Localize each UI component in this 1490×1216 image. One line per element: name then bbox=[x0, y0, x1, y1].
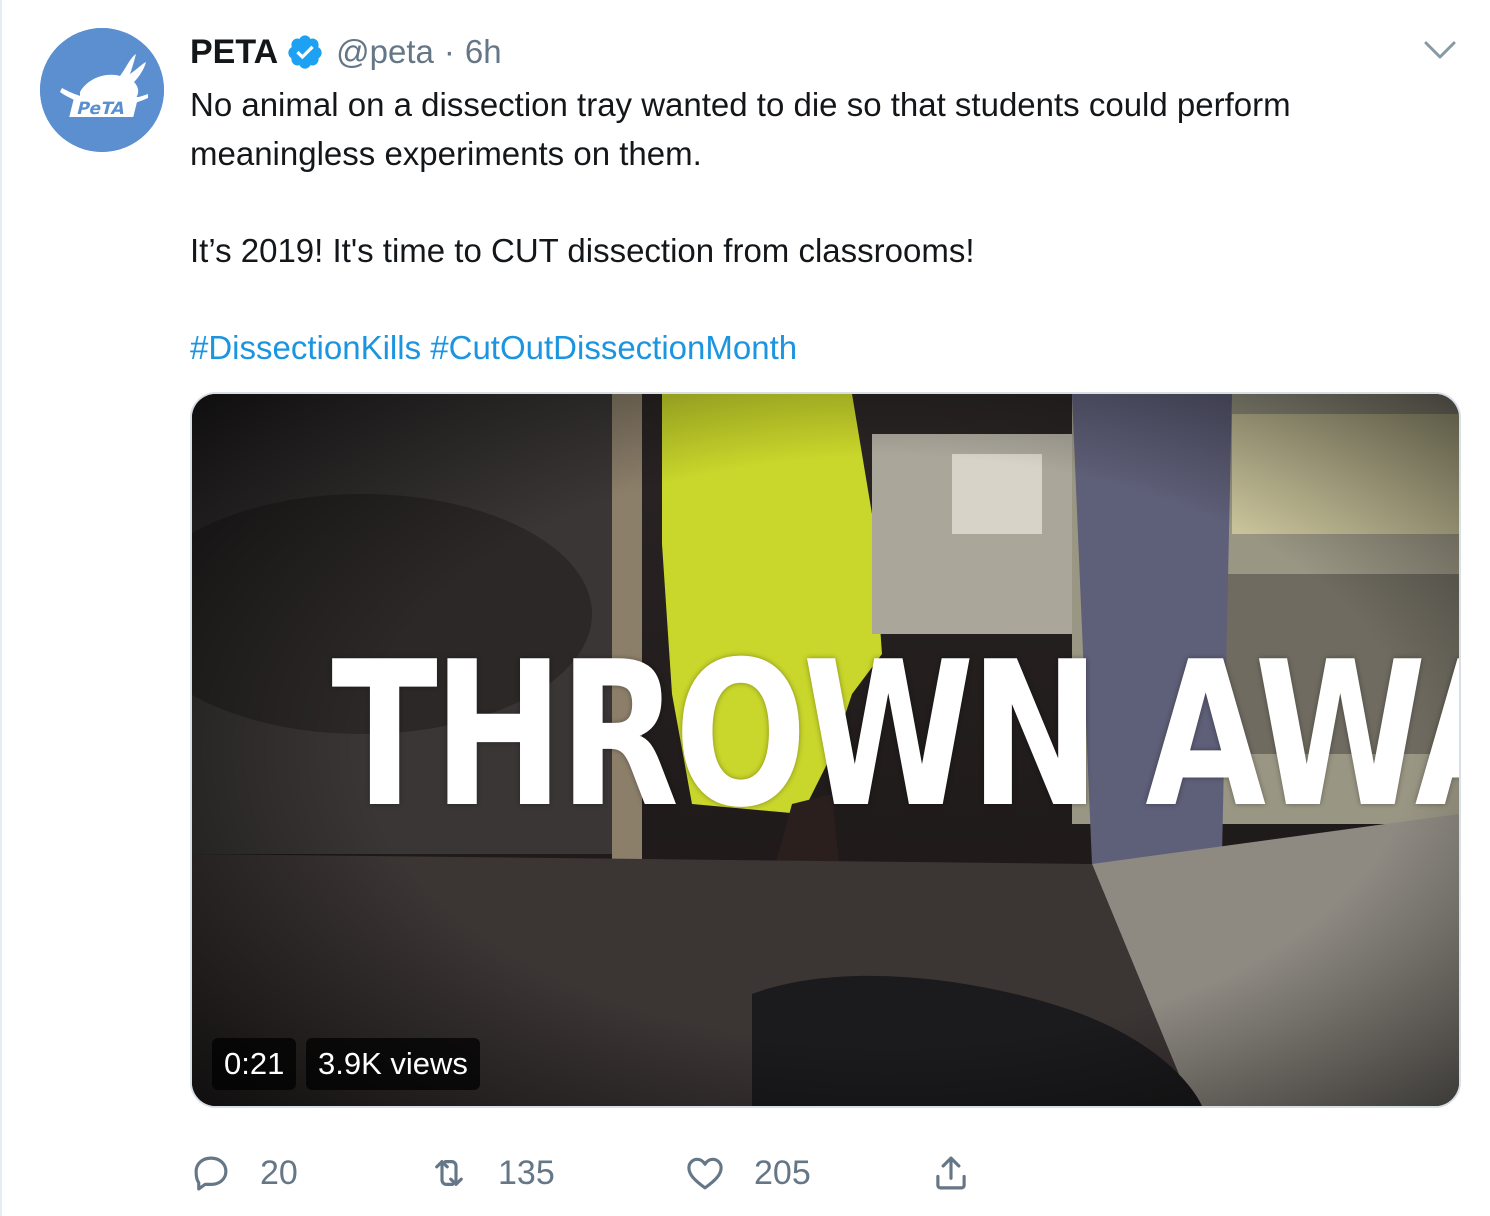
avatar[interactable]: PeTA bbox=[40, 28, 164, 152]
chevron-down-icon[interactable] bbox=[1422, 38, 1458, 62]
like-count: 205 bbox=[754, 1153, 811, 1192]
timestamp[interactable]: 6h bbox=[465, 33, 502, 71]
tweet-header: PETA @peta · 6h bbox=[190, 30, 502, 74]
display-name[interactable]: PETA bbox=[190, 33, 278, 72]
tweet-actions: 20 135 205 bbox=[190, 1146, 1090, 1200]
like-button[interactable]: 205 bbox=[684, 1146, 811, 1200]
reply-button[interactable]: 20 bbox=[190, 1146, 298, 1200]
hashtag-link[interactable]: #CutOutDissectionMonth bbox=[430, 329, 797, 366]
video-duration: 0:21 bbox=[212, 1038, 297, 1090]
retweet-count: 135 bbox=[498, 1153, 555, 1192]
handle[interactable]: @peta bbox=[336, 33, 434, 71]
heart-icon bbox=[687, 1157, 723, 1190]
tweet-text: No animal on a dissection tray wanted to… bbox=[190, 80, 1470, 372]
reply-count: 20 bbox=[260, 1153, 298, 1192]
video-player[interactable]: THROWN AWAY 0:21 3.9K views bbox=[190, 392, 1461, 1108]
video-view-count: 3.9K views bbox=[306, 1038, 480, 1090]
peta-logo: PeTA bbox=[40, 28, 164, 152]
retweet-icon bbox=[435, 1160, 463, 1186]
hashtag-link[interactable]: #DissectionKills bbox=[190, 329, 421, 366]
share-icon bbox=[936, 1156, 966, 1190]
separator-dot: · bbox=[443, 33, 455, 70]
reply-icon bbox=[194, 1156, 228, 1191]
verified-badge-icon bbox=[288, 35, 322, 69]
tweet-card[interactable]: PeTA PETA @peta · 6h No animal on a diss… bbox=[0, 0, 1490, 1216]
hashtags: #DissectionKills #CutOutDissectionMonth bbox=[190, 323, 1470, 372]
avatar-logo-text: PeTA bbox=[75, 99, 128, 119]
share-button[interactable] bbox=[930, 1146, 972, 1200]
video-overlay-title: THROWN AWAY bbox=[331, 619, 1459, 852]
tweet-paragraph-2: It’s 2019! It's time to CUT dissection f… bbox=[190, 232, 975, 269]
tweet-paragraph-1: No animal on a dissection tray wanted to… bbox=[190, 86, 1291, 172]
retweet-button[interactable]: 135 bbox=[428, 1146, 555, 1200]
